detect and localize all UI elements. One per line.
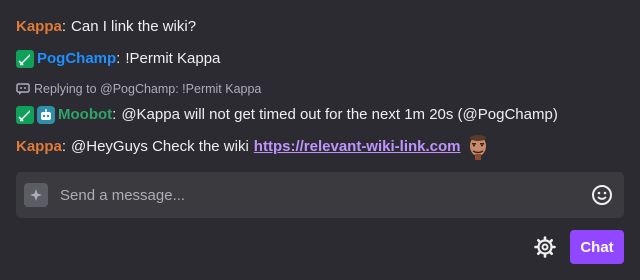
chat-message: Kappa : @HeyGuys Check the wiki https://…: [16, 134, 491, 160]
emoji-picker-icon[interactable]: [588, 181, 616, 209]
robot-badge-icon[interactable]: [37, 106, 55, 124]
separator: :: [112, 106, 117, 123]
sword-badge-icon[interactable]: [16, 50, 34, 68]
chat-send-button[interactable]: Chat: [570, 230, 624, 264]
chat-message: PogChamp : !Permit Kappa: [16, 48, 220, 70]
reply-context-text: Replying to @PogChamp: !Permit Kappa: [34, 82, 262, 96]
sparkle-icon[interactable]: [24, 183, 48, 207]
message-text: @Kappa will not get timed out for the ne…: [121, 106, 558, 123]
username[interactable]: Moobot: [58, 104, 112, 126]
message-text: @HeyGuys Check the wiki: [71, 138, 249, 155]
username[interactable]: Kappa: [16, 136, 62, 158]
chat-message: Moobot : @Kappa will not get timed out f…: [16, 104, 558, 126]
separator: :: [116, 50, 121, 67]
username[interactable]: PogChamp: [37, 48, 116, 70]
message-text: !Permit Kappa: [125, 50, 221, 67]
separator: :: [61, 18, 67, 35]
chat-message: Kappa : Can I link the wiki?: [16, 16, 196, 38]
gear-icon[interactable]: [532, 234, 558, 260]
sword-badge-icon[interactable]: [16, 106, 34, 124]
separator: :: [61, 138, 67, 155]
kappa-emote-icon[interactable]: [465, 134, 491, 160]
reply-context[interactable]: Replying to @PogChamp: !Permit Kappa: [16, 82, 261, 96]
chat-message-input[interactable]: [58, 185, 588, 205]
chat-actions: Chat: [532, 230, 624, 264]
wiki-link[interactable]: https://relevant-wiki-link.com: [254, 136, 461, 158]
reply-icon: [16, 82, 30, 96]
chat-input-box[interactable]: [16, 172, 624, 218]
message-text: Can I link the wiki?: [71, 18, 197, 35]
username[interactable]: Kappa: [16, 16, 62, 38]
